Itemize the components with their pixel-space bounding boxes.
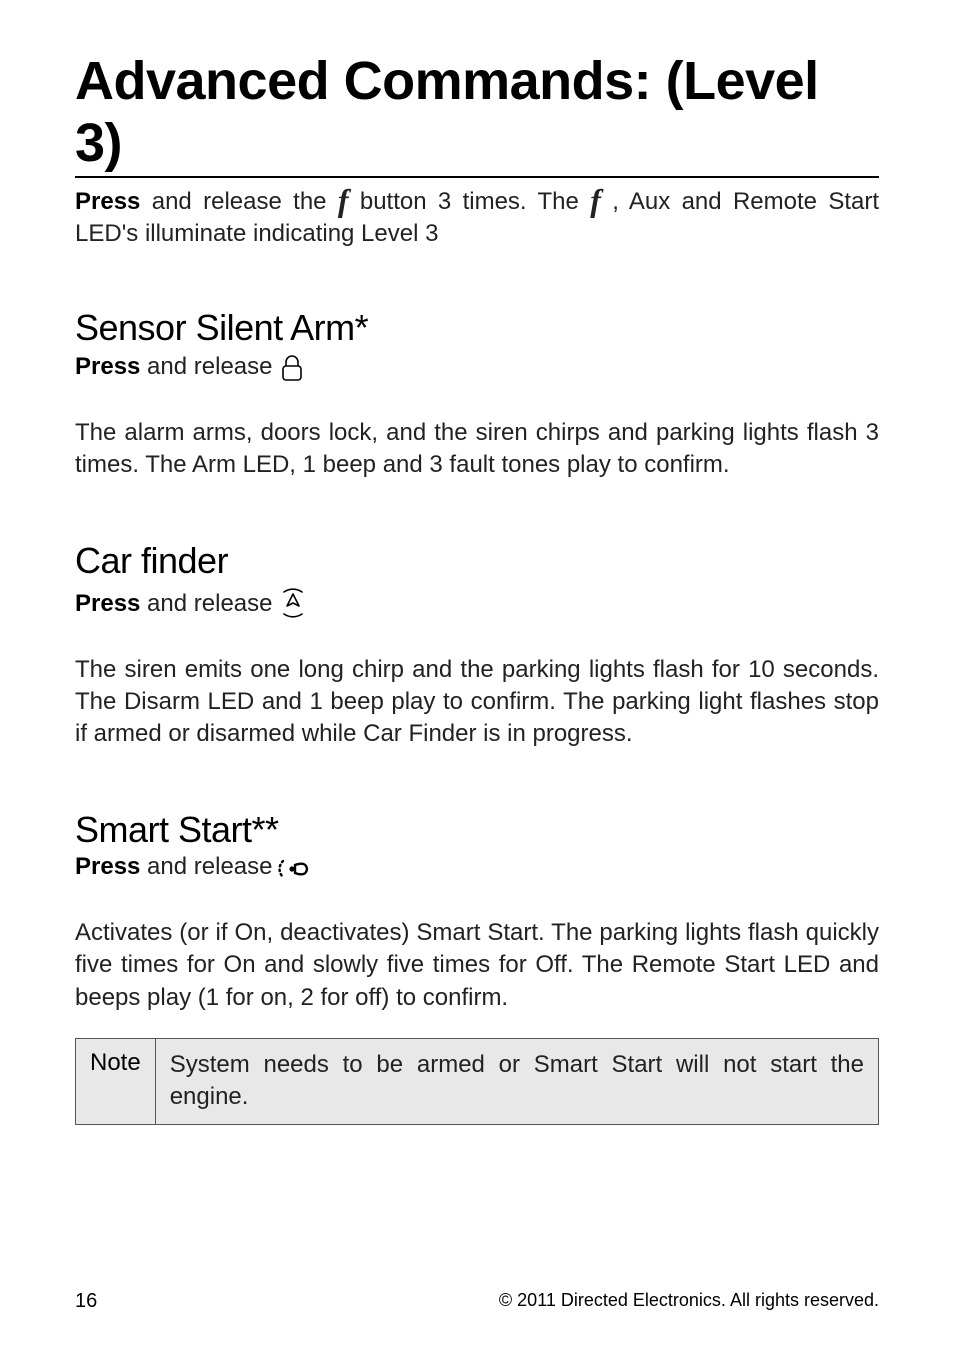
section-body: The alarm arms, doors lock, and the sire… [75,417,879,482]
note-label: Note [76,1039,156,1124]
press-bold: Press [75,590,140,617]
lock-icon [278,353,306,383]
section-sensor-silent-arm: Sensor Silent Arm* Press and release The… [75,307,879,482]
section-car-finder: Car finder Press and release The siren e… [75,540,879,751]
intro-press: Press [75,188,140,215]
press-rest: and release [140,853,272,880]
page-footer: 16 © 2011 Directed Electronics. All righ… [75,1290,879,1313]
intro-text-2: button 3 times. The [349,188,591,215]
note-box: Note System needs to be armed or Smart S… [75,1038,879,1125]
section-body: Activates (or if On, deactivates) Smart … [75,917,879,1014]
intro-text-1: and release the [140,188,337,215]
press-bold: Press [75,853,140,880]
page-title: Advanced Commands: (Level 3) [75,50,879,178]
section-heading: Car finder [75,540,879,582]
remote-start-icon [278,855,310,883]
press-instruction: Press and release [75,584,879,618]
section-body: The siren emits one long chirp and the p… [75,654,879,751]
press-instruction: Press and release [75,853,879,881]
copyright-text: © 2011 Directed Electronics. All rights … [499,1290,879,1313]
press-bold: Press [75,353,140,380]
intro-paragraph: Press and release the f button 3 times. … [75,186,879,251]
press-instruction: Press and release [75,351,879,381]
press-rest: and release [140,353,272,380]
signal-icon [278,586,308,620]
note-body: System needs to be armed or Smart Start … [156,1039,878,1124]
page-number: 16 [75,1290,97,1313]
section-smart-start: Smart Start** Press and release Activate… [75,809,879,1125]
press-rest: and release [140,590,272,617]
section-heading: Smart Start** [75,809,879,851]
section-heading: Sensor Silent Arm* [75,307,879,349]
